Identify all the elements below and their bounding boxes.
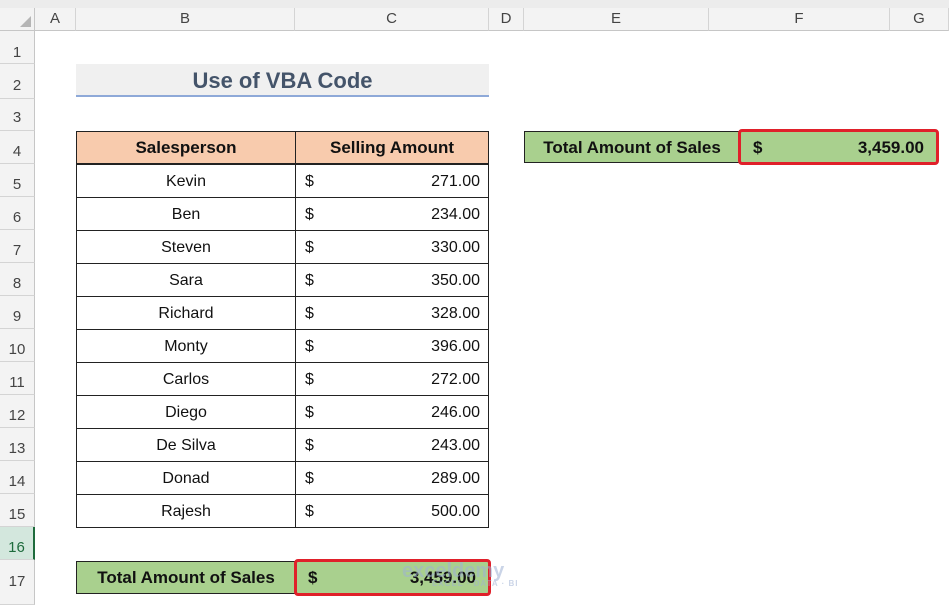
row-header-1[interactable]: 1 [0, 31, 35, 64]
table-cell-salesperson[interactable]: Kevin [76, 164, 296, 198]
watermark-logo: exceldemy EXCEL · DATA · BI [402, 560, 518, 588]
table-cell-amount[interactable]: $243.00 [295, 428, 489, 462]
table-cell-salesperson[interactable]: Richard [76, 296, 296, 330]
select-all-triangle-icon [20, 16, 31, 27]
amount-value: 246.00 [431, 404, 480, 421]
row-header-7[interactable]: 7 [0, 230, 35, 263]
amount-value: 271.00 [431, 173, 480, 190]
select-all-corner[interactable] [0, 8, 35, 31]
row-header-16[interactable]: 16 [0, 527, 35, 560]
table-cell-amount[interactable]: $234.00 [295, 197, 489, 231]
table-cell-amount[interactable]: $396.00 [295, 329, 489, 363]
table-cell-amount[interactable]: $246.00 [295, 395, 489, 429]
column-header-b[interactable]: B [76, 8, 295, 31]
amount-value: 243.00 [431, 437, 480, 454]
sheet-title: Use of VBA Code [76, 64, 489, 97]
row-header-4[interactable]: 4 [0, 131, 35, 164]
table-cell-salesperson[interactable]: Rajesh [76, 494, 296, 528]
row-header-15[interactable]: 15 [0, 494, 35, 527]
row-header-12[interactable]: 12 [0, 395, 35, 428]
currency-symbol: $ [305, 173, 314, 190]
column-header-e[interactable]: E [524, 8, 709, 31]
table-cell-amount[interactable]: $271.00 [295, 164, 489, 198]
table-cell-salesperson[interactable]: Carlos [76, 362, 296, 396]
currency-symbol: $ [305, 305, 314, 322]
column-header-f[interactable]: F [709, 8, 890, 31]
side-total-label: Total Amount of Sales [524, 131, 740, 163]
amount-value: 396.00 [431, 338, 480, 355]
table-cell-amount[interactable]: $330.00 [295, 230, 489, 264]
currency-symbol: $ [305, 272, 314, 289]
column-header-d[interactable]: D [489, 8, 524, 31]
row-header-17[interactable]: 17 [0, 560, 35, 605]
row-header-8[interactable]: 8 [0, 263, 35, 296]
table-cell-salesperson[interactable]: De Silva [76, 428, 296, 462]
table-cell-salesperson[interactable]: Monty [76, 329, 296, 363]
currency-symbol: $ [305, 503, 314, 520]
table-cell-amount[interactable]: $328.00 [295, 296, 489, 330]
watermark-tagline: EXCEL · DATA · BI [432, 579, 519, 588]
amount-value: 289.00 [431, 470, 480, 487]
column-header-a[interactable]: A [35, 8, 76, 31]
column-header-g[interactable]: G [890, 8, 949, 31]
amount-value: 330.00 [431, 239, 480, 256]
header-selling-amount: Selling Amount [295, 131, 489, 164]
currency-symbol: $ [305, 470, 314, 487]
currency-symbol: $ [305, 239, 314, 256]
header-salesperson: Salesperson [76, 131, 296, 164]
currency-symbol: $ [305, 404, 314, 421]
row-header-11[interactable]: 11 [0, 362, 35, 395]
table-cell-salesperson[interactable]: Diego [76, 395, 296, 429]
row-header-10[interactable]: 10 [0, 329, 35, 362]
amount-value: 328.00 [431, 305, 480, 322]
bottom-total-label: Total Amount of Sales [76, 561, 296, 594]
currency-symbol: $ [305, 338, 314, 355]
currency-symbol: $ [305, 437, 314, 454]
side-total-highlight [738, 129, 939, 165]
table-cell-salesperson[interactable]: Ben [76, 197, 296, 231]
table-cell-amount[interactable]: $500.00 [295, 494, 489, 528]
table-cell-amount[interactable]: $272.00 [295, 362, 489, 396]
column-header-c[interactable]: C [295, 8, 489, 31]
table-cell-salesperson[interactable]: Donad [76, 461, 296, 495]
amount-value: 500.00 [431, 503, 480, 520]
amount-value: 272.00 [431, 371, 480, 388]
table-cell-salesperson[interactable]: Sara [76, 263, 296, 297]
row-header-5[interactable]: 5 [0, 164, 35, 197]
currency-symbol: $ [305, 371, 314, 388]
row-header-6[interactable]: 6 [0, 197, 35, 230]
row-header-3[interactable]: 3 [0, 99, 35, 131]
ribbon-edge [0, 0, 949, 8]
row-header-14[interactable]: 14 [0, 461, 35, 494]
table-cell-amount[interactable]: $350.00 [295, 263, 489, 297]
row-header-9[interactable]: 9 [0, 296, 35, 329]
row-header-2[interactable]: 2 [0, 64, 35, 99]
table-cell-amount[interactable]: $289.00 [295, 461, 489, 495]
amount-value: 234.00 [431, 206, 480, 223]
currency-symbol: $ [305, 206, 314, 223]
amount-value: 350.00 [431, 272, 480, 289]
table-cell-salesperson[interactable]: Steven [76, 230, 296, 264]
row-header-13[interactable]: 13 [0, 428, 35, 461]
